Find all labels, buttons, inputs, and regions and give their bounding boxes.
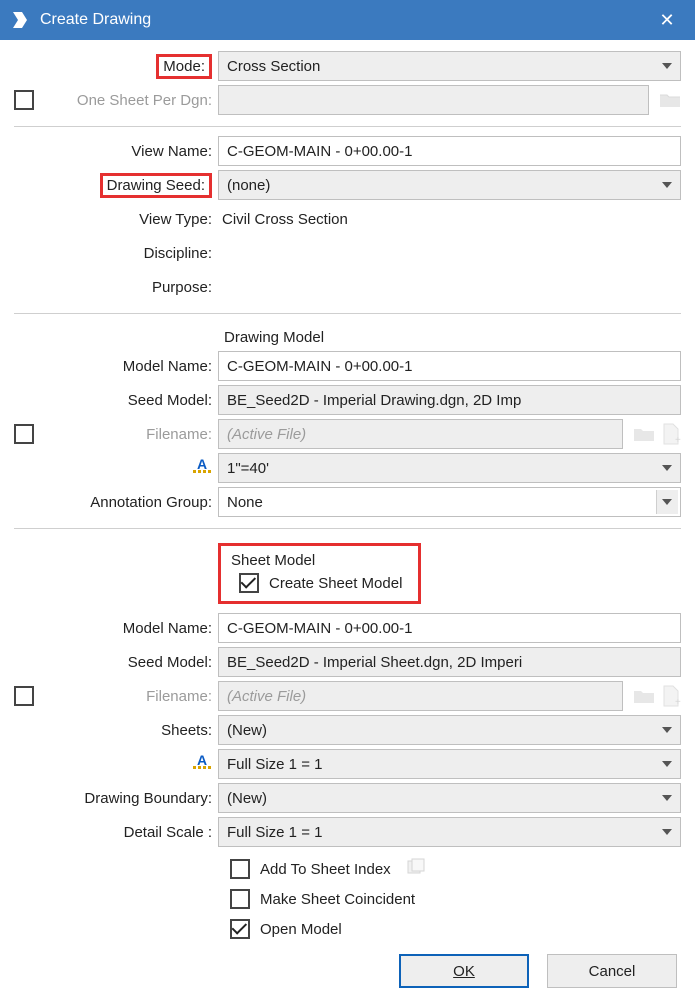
sheet-model-name-row: Model Name: C-GEOM-MAIN - 0+00.00-1: [14, 612, 681, 644]
sheet-model-name-input[interactable]: C-GEOM-MAIN - 0+00.00-1: [218, 613, 681, 643]
one-sheet-field: [218, 85, 649, 115]
divider: [14, 126, 681, 127]
sheet-filename-row: Filename: (Active File) +: [14, 680, 681, 712]
mode-row: Mode: Cross Section: [14, 50, 681, 82]
svg-text:+: +: [675, 697, 681, 707]
view-name-input[interactable]: C-GEOM-MAIN - 0+00.00-1: [218, 136, 681, 166]
annotation-group-label: Annotation Group:: [42, 494, 218, 511]
sheet-model-header: Sheet Model: [229, 552, 402, 569]
browse-folder-icon[interactable]: [633, 687, 655, 705]
create-sheet-model-checkbox[interactable]: [239, 573, 259, 593]
drawing-filename-label: Filename:: [42, 426, 218, 443]
ok-button[interactable]: OK: [399, 954, 529, 988]
sheets-row: Sheets: (New): [14, 714, 681, 746]
divider: [14, 313, 681, 314]
drawing-seed-row: Drawing Seed: (none): [14, 169, 681, 201]
mode-label: Mode:: [163, 58, 205, 75]
drawing-boundary-row: Drawing Boundary: (New): [14, 782, 681, 814]
view-name-label: View Name:: [42, 143, 218, 160]
options-block: Add To Sheet Index Make Sheet Coincident…: [14, 854, 681, 944]
sheet-filename-label: Filename:: [42, 688, 218, 705]
purpose-label: Purpose:: [42, 279, 218, 296]
sheet-scale-row: A Full Size 1 = 1: [14, 748, 681, 780]
drawing-scale-row: A 1"=40': [14, 452, 681, 484]
detail-scale-combo[interactable]: Full Size 1 = 1: [218, 817, 681, 847]
drawing-seed-label-highlight: Drawing Seed:: [100, 173, 212, 198]
drawing-seed-model-combo[interactable]: BE_Seed2D - Imperial Drawing.dgn, 2D Imp: [218, 385, 681, 415]
chevron-down-icon: [662, 182, 672, 188]
annotation-group-row: Annotation Group: None: [14, 486, 681, 518]
sheets-combo[interactable]: (New): [218, 715, 681, 745]
chevron-down-icon: [662, 795, 672, 801]
drawing-filename-row: Filename: (Active File) +: [14, 418, 681, 450]
drawing-filename-input: (Active File): [218, 419, 623, 449]
view-type-row: View Type: Civil Cross Section: [14, 203, 681, 235]
window-title: Create Drawing: [40, 11, 647, 29]
sheet-seed-model-combo[interactable]: BE_Seed2D - Imperial Sheet.dgn, 2D Imper…: [218, 647, 681, 677]
chevron-down-icon: [662, 829, 672, 835]
drawing-scale-combo[interactable]: 1"=40': [218, 453, 681, 483]
open-model-label: Open Model: [260, 921, 342, 938]
drawing-seed-label: Drawing Seed:: [107, 177, 205, 194]
view-type-label: View Type:: [42, 211, 218, 228]
add-to-sheet-index-checkbox[interactable]: [230, 859, 250, 879]
chevron-down-icon: [662, 63, 672, 69]
drawing-model-header: Drawing Model: [14, 324, 681, 350]
drawing-filename-checkbox[interactable]: [14, 424, 34, 444]
view-name-row: View Name: C-GEOM-MAIN - 0+00.00-1: [14, 135, 681, 167]
titlebar: Create Drawing ✕: [0, 0, 695, 40]
annotation-scale-icon: A: [192, 458, 212, 478]
mode-combo[interactable]: Cross Section: [218, 51, 681, 81]
sheet-filename-checkbox[interactable]: [14, 686, 34, 706]
purpose-row: Purpose:: [14, 271, 681, 303]
annotation-scale-icon: A: [192, 754, 212, 774]
one-sheet-row: One Sheet Per Dgn:: [14, 84, 681, 116]
make-sheet-coincident-label: Make Sheet Coincident: [260, 891, 415, 908]
sheet-seed-model-label: Seed Model:: [42, 654, 218, 671]
drawing-seed-model-label: Seed Model:: [42, 392, 218, 409]
new-file-icon[interactable]: +: [661, 685, 681, 707]
close-icon[interactable]: ✕: [647, 10, 687, 31]
browse-folder-icon[interactable]: [633, 425, 655, 443]
svg-text:+: +: [675, 435, 681, 445]
create-sheet-model-label: Create Sheet Model: [269, 575, 402, 592]
one-sheet-checkbox[interactable]: [14, 90, 34, 110]
browse-folder-icon[interactable]: [659, 91, 681, 109]
drawing-model-name-row: Model Name: C-GEOM-MAIN - 0+00.00-1: [14, 350, 681, 382]
discipline-label: Discipline:: [42, 245, 218, 262]
button-row: OK Cancel: [14, 954, 681, 988]
chevron-down-icon: [662, 727, 672, 733]
sheets-label: Sheets:: [42, 722, 218, 739]
cancel-button[interactable]: Cancel: [547, 954, 677, 988]
sheet-model-name-label: Model Name:: [42, 620, 218, 637]
drawing-boundary-label: Drawing Boundary:: [42, 790, 218, 807]
sheet-scale-combo[interactable]: Full Size 1 = 1: [218, 749, 681, 779]
drawing-seed-combo[interactable]: (none): [218, 170, 681, 200]
chevron-down-icon: [662, 761, 672, 767]
view-type-value: Civil Cross Section: [218, 211, 348, 228]
sheet-seed-model-row: Seed Model: BE_Seed2D - Imperial Sheet.d…: [14, 646, 681, 678]
discipline-row: Discipline:: [14, 237, 681, 269]
drawing-seed-model-row: Seed Model: BE_Seed2D - Imperial Drawing…: [14, 384, 681, 416]
sheet-filename-input: (Active File): [218, 681, 623, 711]
sheet-index-icon: [407, 858, 427, 880]
detail-scale-row: Detail Scale : Full Size 1 = 1: [14, 816, 681, 848]
add-to-sheet-index-label: Add To Sheet Index: [260, 861, 391, 878]
one-sheet-label: One Sheet Per Dgn:: [42, 92, 218, 109]
divider: [14, 528, 681, 529]
sheet-model-highlight: Sheet Model Create Sheet Model: [218, 543, 421, 604]
new-file-icon[interactable]: +: [661, 423, 681, 445]
annotation-group-combo[interactable]: None: [218, 487, 681, 517]
make-sheet-coincident-checkbox[interactable]: [230, 889, 250, 909]
open-model-checkbox[interactable]: [230, 919, 250, 939]
mode-label-highlight: Mode:: [156, 54, 212, 79]
drawing-model-name-label: Model Name:: [42, 358, 218, 375]
drawing-model-name-input[interactable]: C-GEOM-MAIN - 0+00.00-1: [218, 351, 681, 381]
app-icon: [10, 10, 30, 30]
chevron-down-icon: [662, 465, 672, 471]
drawing-boundary-combo[interactable]: (New): [218, 783, 681, 813]
detail-scale-label: Detail Scale :: [42, 824, 218, 841]
chevron-down-icon: [662, 499, 672, 505]
